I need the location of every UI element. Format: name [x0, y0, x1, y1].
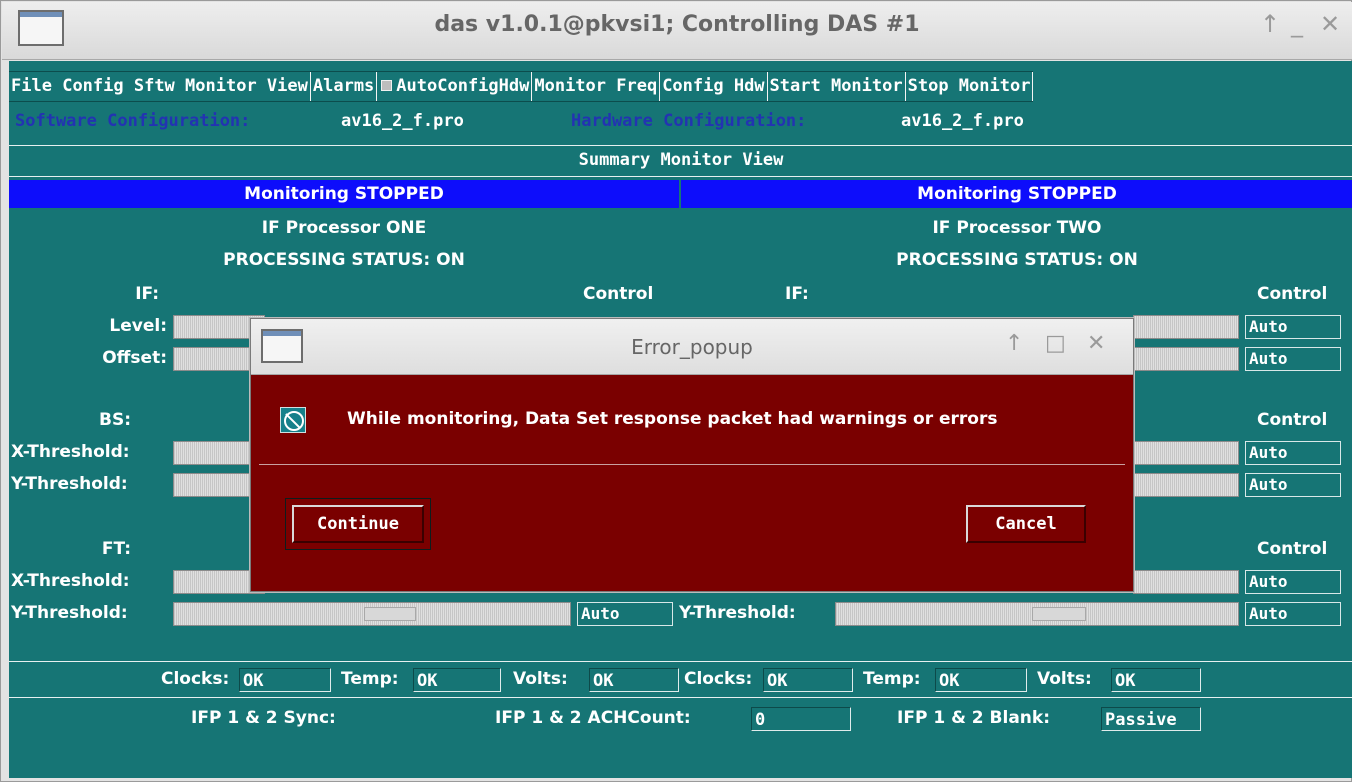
autoconfig-label: AutoConfigHdw: [396, 76, 530, 96]
stop-monitor-button[interactable]: Stop Monitor: [906, 72, 1034, 101]
autoconfig-checkbox[interactable]: [381, 80, 393, 91]
dialog-titlebar[interactable]: Error_popup ↑ □ ✕: [251, 319, 1133, 375]
left-ft-y-control[interactable]: Auto: [577, 602, 673, 626]
right-bs-x-control[interactable]: Auto: [1245, 441, 1341, 465]
error-popup-dialog: Error_popup ↑ □ ✕ While monitoring, Data…: [250, 318, 1134, 592]
temp-value-1: OK: [413, 668, 501, 692]
dialog-title: Error_popup: [631, 335, 753, 359]
divider: [9, 661, 1352, 662]
ifp-blank-label: IFP 1 & 2 Blank:: [897, 708, 1051, 728]
clocks-label-2: Clocks:: [684, 669, 753, 689]
right-control-header-if: Control: [1257, 284, 1328, 304]
right-bs-y-control[interactable]: Auto: [1245, 473, 1341, 497]
clocks-label-1: Clocks:: [161, 669, 230, 689]
close-icon[interactable]: ✕: [1087, 331, 1105, 356]
left-monitoring-status: Monitoring STOPPED: [9, 180, 679, 208]
left-bs-x-threshold-label: X-Threshold:: [11, 442, 130, 462]
right-ft-x-threshold-slider[interactable]: [1133, 570, 1239, 594]
right-bs-y-threshold-slider[interactable]: [1133, 473, 1239, 497]
error-icon: [280, 407, 306, 433]
right-level-control[interactable]: Auto: [1245, 315, 1341, 339]
raise-icon[interactable]: ↑: [1260, 10, 1280, 38]
config-hdw-button[interactable]: Config Hdw: [660, 72, 768, 101]
right-offset-control[interactable]: Auto: [1245, 347, 1341, 371]
right-bs-x-threshold-slider[interactable]: [1133, 441, 1239, 465]
start-monitor-button[interactable]: Start Monitor: [768, 72, 906, 101]
right-if-label: IF:: [785, 284, 809, 304]
right-ft-y-threshold-label: Y-Threshold:: [679, 603, 796, 623]
volts-value-1: OK: [589, 668, 679, 692]
temp-label-2: Temp:: [863, 669, 921, 689]
right-processor-name: IF Processor TWO: [932, 218, 1102, 238]
right-control-header-bs: Control: [1257, 410, 1328, 430]
error-message: While monitoring, Data Set response pack…: [347, 409, 998, 429]
right-ft-y-control[interactable]: Auto: [1245, 602, 1341, 626]
left-level-label: Level:: [109, 316, 167, 336]
right-offset-slider[interactable]: [1133, 347, 1239, 371]
continue-button[interactable]: Continue: [285, 498, 431, 550]
close-icon[interactable]: ✕: [1320, 10, 1340, 38]
temp-label-1: Temp:: [341, 669, 399, 689]
hardware-config-label: Hardware Configuration:: [571, 111, 807, 131]
menu-file[interactable]: File: [11, 76, 52, 96]
software-config-value: av16_2_f.pro: [341, 111, 464, 131]
slider-thumb[interactable]: [1032, 607, 1086, 621]
right-processing-status: PROCESSING STATUS: ON: [896, 250, 1138, 270]
dialog-message-area: While monitoring, Data Set response pack…: [259, 381, 1125, 465]
cancel-button-label[interactable]: Cancel: [966, 505, 1086, 543]
raise-icon[interactable]: ↑: [1005, 331, 1023, 356]
window-title: das v1.0.1@pkvsi1; Controlling DAS #1: [434, 12, 920, 37]
left-ft-y-threshold-label: Y-Threshold:: [11, 603, 128, 623]
divider: [9, 697, 1352, 698]
menu-monitor-view[interactable]: Monitor View: [185, 76, 308, 96]
slider-thumb[interactable]: [364, 607, 416, 621]
right-control-header-ft: Control: [1257, 539, 1328, 559]
left-control-header: Control: [583, 284, 654, 304]
left-ft-y-threshold-slider[interactable]: [173, 602, 571, 626]
left-if-label: IF:: [135, 284, 159, 304]
right-level-slider[interactable]: [1133, 315, 1239, 339]
left-bs-label: BS:: [99, 410, 131, 430]
ifp-blank-value: Passive: [1101, 707, 1201, 731]
ifp-achcount-label: IFP 1 & 2 ACHCount:: [495, 708, 691, 728]
continue-button-label[interactable]: Continue: [292, 505, 424, 543]
divider: [9, 145, 1352, 146]
software-config-label: Software Configuration:: [15, 111, 251, 131]
menu-alarms[interactable]: Alarms: [311, 72, 378, 101]
ifp-sync-label: IFP 1 & 2 Sync:: [191, 708, 336, 728]
right-monitoring-status: Monitoring STOPPED: [681, 180, 1352, 208]
autoconfighdw-toggle[interactable]: AutoConfigHdw: [377, 72, 533, 101]
temp-value-2: OK: [935, 668, 1027, 692]
left-processing-status: PROCESSING STATUS: ON: [223, 250, 465, 270]
monitor-freq-button[interactable]: Monitor Freq: [532, 72, 661, 101]
left-ft-label: FT:: [101, 539, 131, 559]
divider: [9, 176, 1352, 177]
volts-label-1: Volts:: [513, 669, 568, 689]
view-title: Summary Monitor View: [578, 150, 784, 170]
hardware-config-value: av16_2_f.pro: [901, 111, 1024, 131]
left-ft-x-threshold-label: X-Threshold:: [11, 571, 130, 591]
clocks-value-1: OK: [239, 668, 331, 692]
window-titlebar[interactable]: das v1.0.1@pkvsi1; Controlling DAS #1 ↑ …: [2, 2, 1352, 60]
maximize-icon[interactable]: □: [1045, 331, 1066, 356]
volts-value-2: OK: [1111, 668, 1201, 692]
menu-config-sftw[interactable]: Config Sftw: [62, 76, 175, 96]
menu-bar: File Config Sftw Monitor View Alarms Aut…: [9, 71, 1034, 102]
minimize-icon[interactable]: _: [1291, 10, 1303, 38]
ifp-achcount-value: 0: [751, 707, 851, 731]
left-offset-label: Offset:: [102, 348, 167, 368]
menu-file-and-configs: File Config Sftw Monitor View: [9, 72, 311, 101]
left-bs-y-threshold-label: Y-Threshold:: [11, 474, 128, 494]
right-ft-y-threshold-slider[interactable]: [835, 602, 1239, 626]
volts-label-2: Volts:: [1037, 669, 1092, 689]
clocks-value-2: OK: [763, 668, 853, 692]
cancel-button[interactable]: Cancel: [959, 498, 1093, 550]
left-processor-name: IF Processor ONE: [261, 218, 427, 238]
right-ft-x-control[interactable]: Auto: [1245, 570, 1341, 594]
